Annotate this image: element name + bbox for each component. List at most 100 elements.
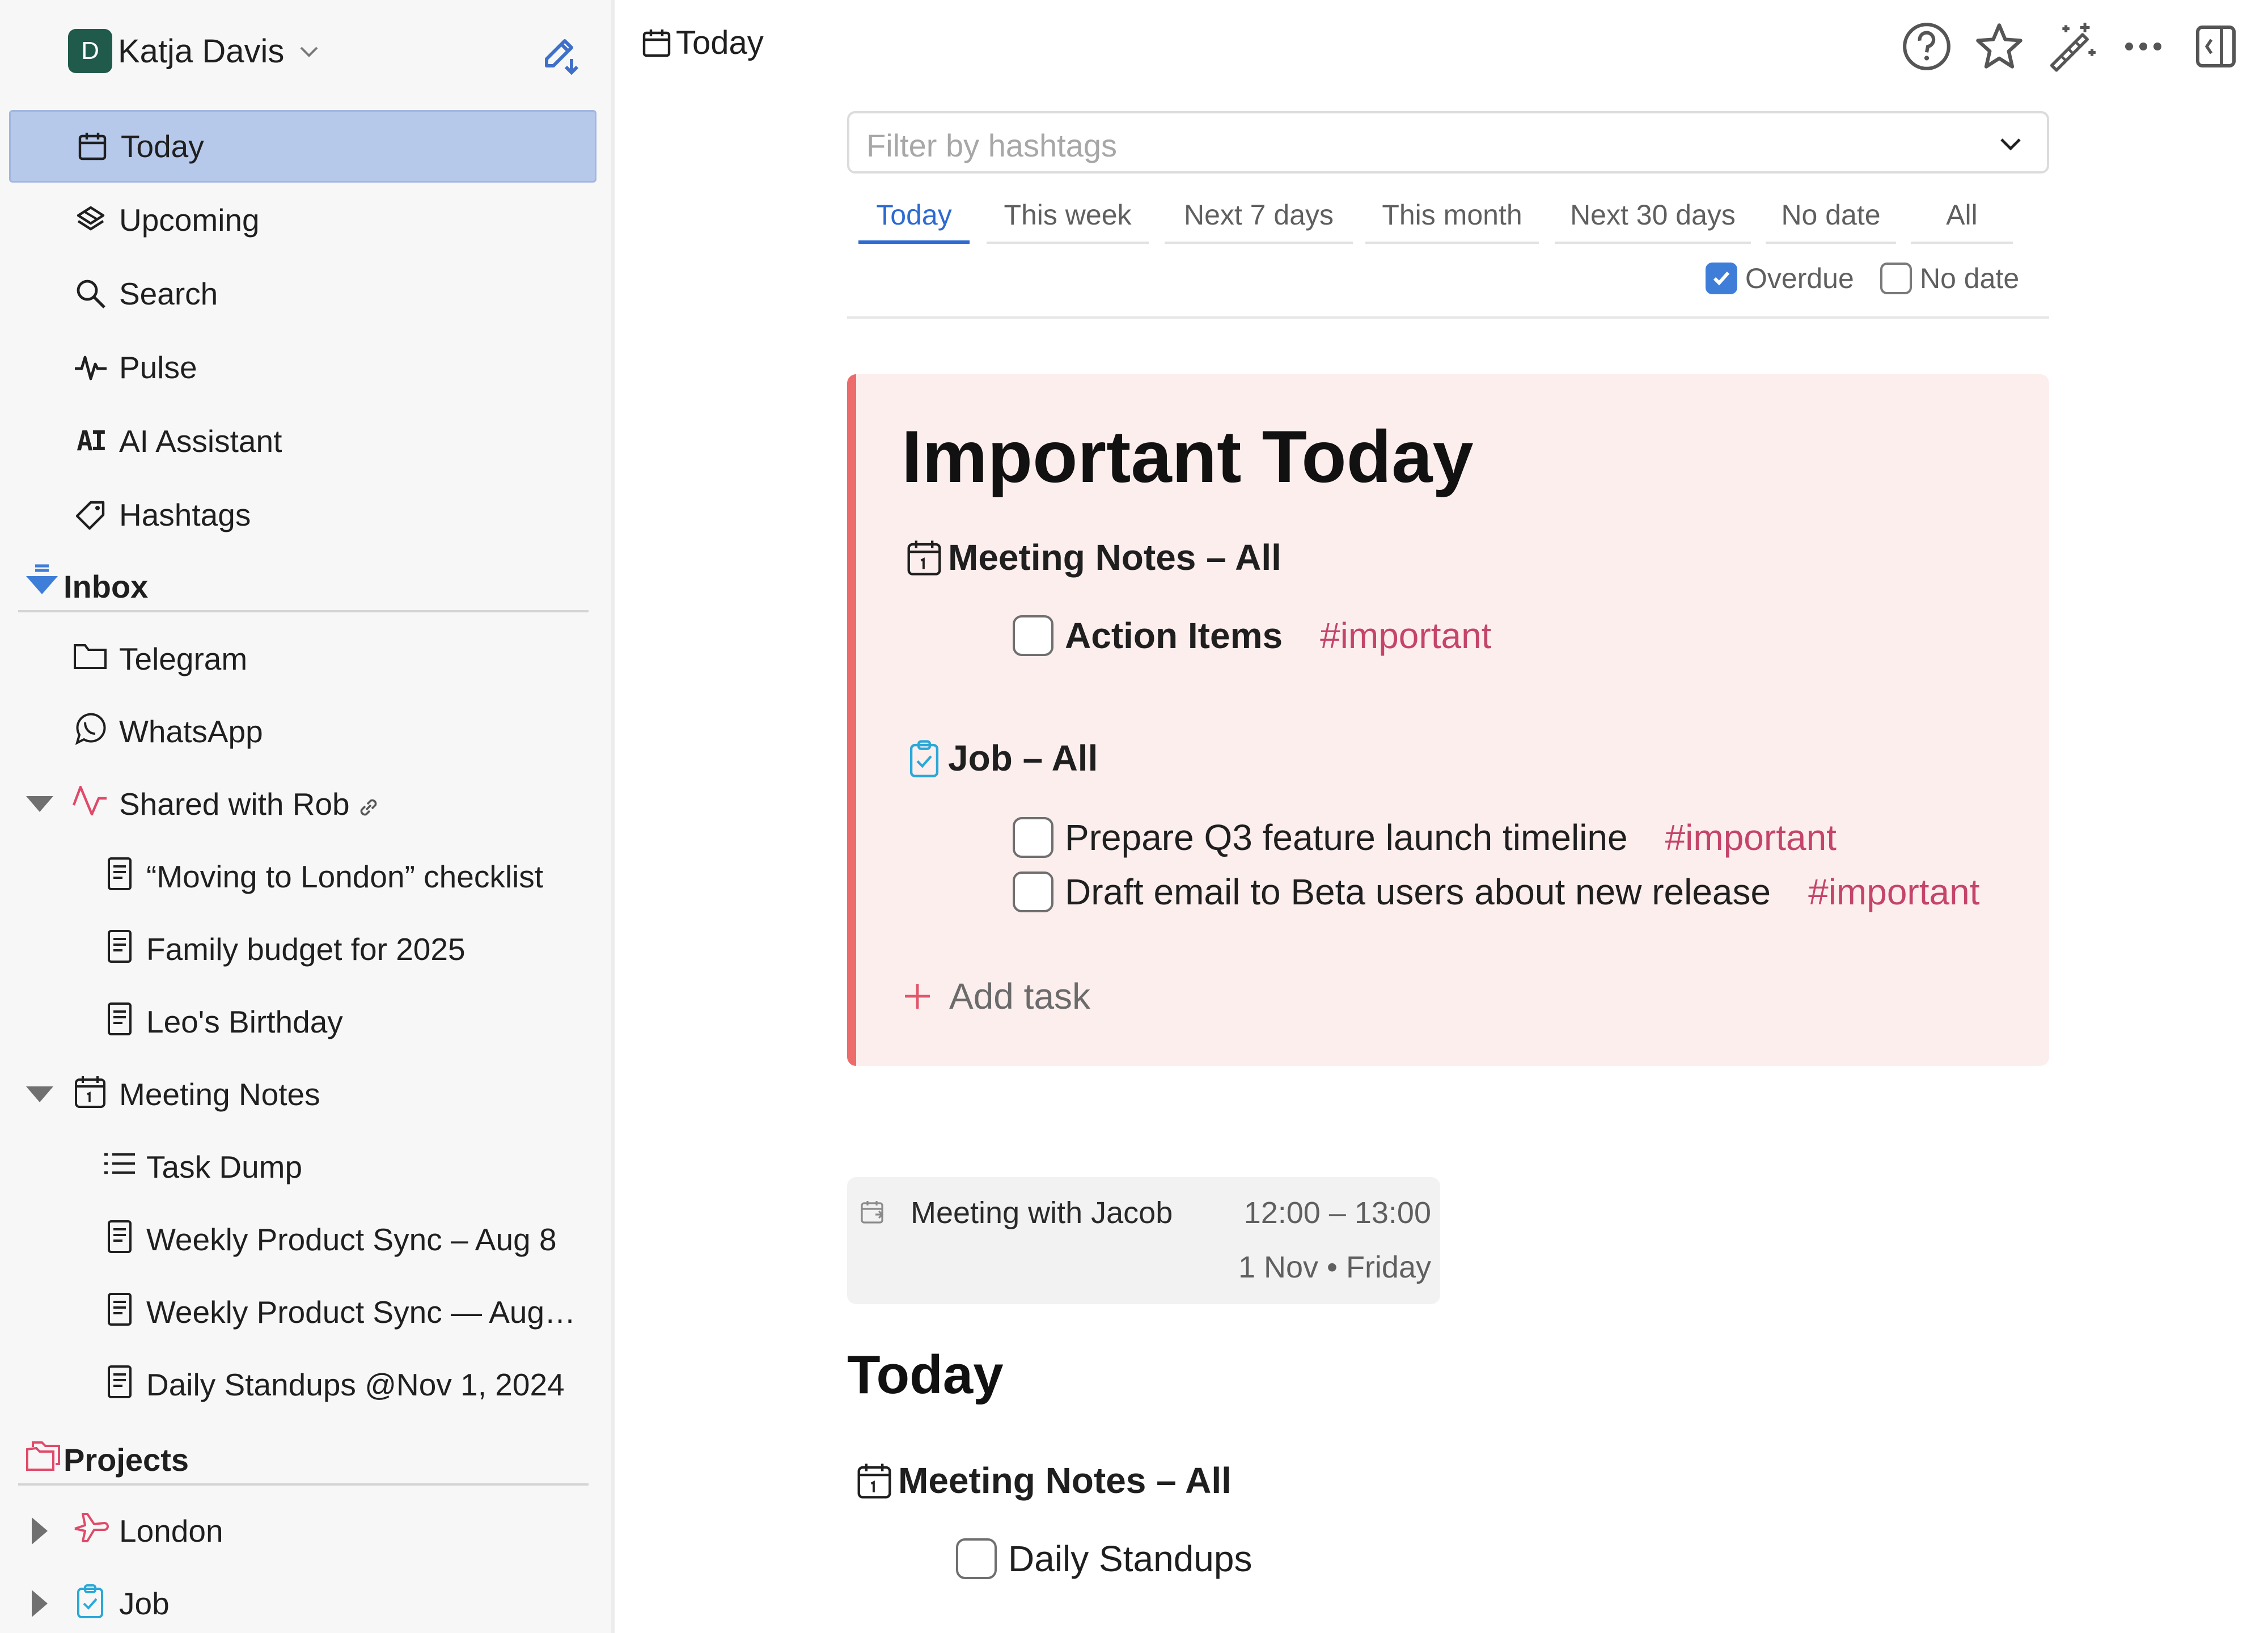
sidebar-item-shared-with-rob[interactable]: Shared with Rob: [0, 770, 607, 832]
task-title[interactable]: Action Items: [1065, 615, 1283, 657]
hashtag-link[interactable]: #important: [1808, 871, 1979, 913]
sidebar-item-leos-birthday[interactable]: Leo's Birthday: [0, 988, 607, 1050]
sidebar-item-task-dump[interactable]: Task Dump: [0, 1133, 607, 1195]
sidebar-item-label: “Moving to London” checklist: [146, 859, 544, 894]
task-checkbox[interactable]: [956, 1538, 997, 1579]
nav-search[interactable]: Search: [9, 257, 596, 330]
page-title-text: Today: [676, 24, 764, 61]
clipboard-icon: [909, 740, 939, 777]
group-meeting-notes[interactable]: Meeting Notes – All: [904, 536, 1281, 578]
divider: [847, 316, 2049, 319]
event-time: 12:00 – 13:00: [1243, 1196, 1431, 1230]
sidebar-item-london[interactable]: London: [0, 1497, 607, 1559]
calendar-icon: [857, 1463, 891, 1499]
inbox-arrow-icon: [26, 564, 58, 594]
calendar-event-card[interactable]: Meeting with Jacob 12:00 – 13:00 1 Nov •…: [847, 1177, 1440, 1304]
task-title[interactable]: Prepare Q3 feature launch timeline: [1065, 816, 1628, 858]
task-checkbox[interactable]: [1013, 615, 1053, 656]
task-checkbox[interactable]: [1013, 872, 1053, 912]
overdue-option[interactable]: Overdue: [1706, 262, 1854, 295]
hashtag-filter-select[interactable]: Filter by hashtags: [847, 111, 2049, 174]
sidebar-item-label: Task Dump: [146, 1149, 303, 1184]
hashtag-link[interactable]: #important: [1665, 816, 1837, 858]
tab-no-date[interactable]: No date: [1766, 195, 1896, 244]
sidebar-item-moving-to-london[interactable]: “Moving to London” checklist: [0, 843, 607, 905]
tab-this-month[interactable]: This month: [1365, 195, 1539, 244]
document-icon: [108, 857, 132, 890]
nav-today[interactable]: Today: [9, 110, 596, 183]
task-row: Prepare Q3 feature launch timeline #impo…: [1013, 816, 1837, 858]
sidebar-item-daily-standups[interactable]: Daily Standups @Nov 1, 2024: [0, 1351, 607, 1413]
account-switcher[interactable]: D Katja Davis: [68, 28, 320, 74]
folder-icon: [74, 644, 107, 669]
favorite-button[interactable]: [1970, 17, 2029, 76]
sidebar-item-weekly-sync-aug[interactable]: Weekly Product Sync — Aug…: [0, 1278, 607, 1340]
tab-all[interactable]: All: [1911, 195, 2013, 244]
sidebar: D Katja Davis Today Upcoming Search Puls…: [0, 0, 615, 1633]
nav-label: AI Assistant: [119, 424, 282, 459]
task-title[interactable]: Draft email to Beta users about new rele…: [1065, 871, 1771, 913]
toggle-panel-button[interactable]: [2186, 17, 2245, 76]
expanded-triangle-icon[interactable]: [23, 1077, 57, 1111]
add-task-label: Add task: [949, 976, 1091, 1017]
task-title[interactable]: Daily Standups: [1008, 1538, 1252, 1580]
edit-pencil-icon: [545, 39, 579, 75]
sidebar-item-whatsapp[interactable]: WhatsApp: [0, 697, 607, 760]
avatar: D: [68, 29, 112, 73]
nav-ai-assistant[interactable]: AI AI Assistant: [9, 405, 596, 477]
sidebar-item-family-budget[interactable]: Family budget for 2025: [0, 915, 607, 978]
plus-icon: [905, 984, 930, 1009]
sidebar-item-label: London: [119, 1513, 223, 1549]
expanded-triangle-icon[interactable]: [23, 787, 57, 821]
new-note-button[interactable]: [538, 32, 583, 77]
whatsapp-icon: [75, 713, 106, 745]
tab-next-30-days[interactable]: Next 30 days: [1555, 195, 1751, 244]
sidebar-item-label: WhatsApp: [119, 714, 263, 749]
sidebar-item-label: Leo's Birthday: [146, 1004, 343, 1039]
task-checkbox[interactable]: [1013, 817, 1053, 858]
hashtag-link[interactable]: #important: [1320, 615, 1491, 657]
sidebar-item-job[interactable]: Job: [0, 1569, 607, 1632]
section-projects[interactable]: Projects: [18, 1429, 589, 1486]
section-inbox[interactable]: Inbox: [18, 556, 589, 612]
add-task-button[interactable]: Add task: [903, 975, 1090, 1017]
hashtag-filter-placeholder: Filter by hashtags: [866, 128, 1117, 163]
chevron-down-icon: [300, 46, 318, 57]
group-job[interactable]: Job – All: [904, 737, 1098, 779]
event-title: Meeting with Jacob: [911, 1196, 1173, 1230]
group-title: Meeting Notes – All: [898, 1460, 1232, 1501]
tab-today[interactable]: Today: [858, 195, 970, 244]
plane-icon: [74, 1513, 109, 1542]
no-date-option[interactable]: No date: [1880, 262, 2019, 295]
nav-hashtags[interactable]: Hashtags: [9, 479, 596, 551]
section-label: Projects: [64, 1442, 189, 1478]
nav-pulse[interactable]: Pulse: [9, 331, 596, 404]
more-options-button[interactable]: [2114, 17, 2173, 76]
sidebar-item-weekly-sync-aug-8[interactable]: Weekly Product Sync – Aug 8: [0, 1205, 607, 1268]
tab-next-7-days[interactable]: Next 7 days: [1165, 195, 1353, 244]
sidebar-item-label: Telegram: [119, 641, 248, 676]
group-title: Meeting Notes – All: [948, 537, 1281, 578]
no-date-checkbox[interactable]: [1880, 263, 1912, 294]
pulse-icon: [73, 349, 109, 386]
help-button[interactable]: [1897, 17, 1956, 76]
document-icon: [108, 930, 132, 963]
collapsed-triangle-icon[interactable]: [23, 1587, 57, 1621]
list-icon: [104, 1153, 135, 1174]
nav-upcoming[interactable]: Upcoming: [9, 184, 596, 256]
magic-wand-button[interactable]: [2041, 17, 2100, 76]
task-row: Draft email to Beta users about new rele…: [1013, 871, 1979, 913]
section-label: Inbox: [64, 569, 149, 604]
calendar-icon: [74, 128, 111, 164]
tab-this-week[interactable]: This week: [987, 195, 1149, 244]
task-row: Daily Standups: [956, 1538, 1252, 1580]
page-title: Today: [641, 24, 764, 62]
group-meeting-notes[interactable]: Meeting Notes – All: [854, 1459, 1232, 1501]
sidebar-item-telegram[interactable]: Telegram: [0, 625, 607, 687]
today-section-title: Today: [847, 1344, 1004, 1405]
collapsed-triangle-icon[interactable]: [23, 1514, 57, 1548]
calendar-icon: [907, 540, 941, 576]
calendar-icon: [642, 29, 671, 57]
sidebar-item-meeting-notes[interactable]: Meeting Notes: [0, 1060, 607, 1123]
overdue-checkbox[interactable]: [1706, 263, 1737, 294]
